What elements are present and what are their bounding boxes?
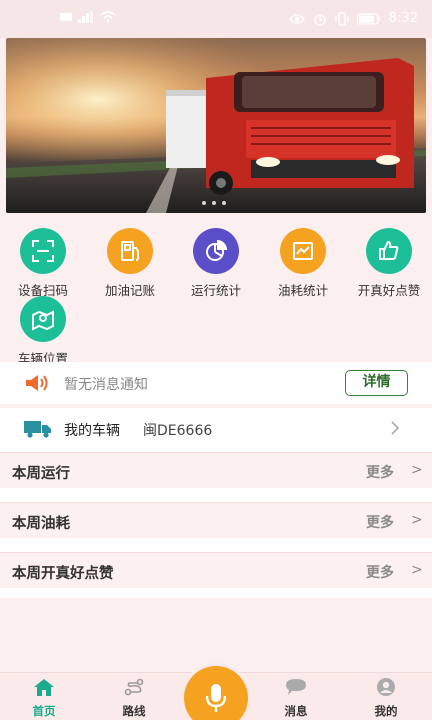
scan-icon bbox=[20, 228, 66, 274]
tab-label: 首页 bbox=[32, 704, 56, 718]
quick-action-label: 油耗统计 bbox=[277, 283, 328, 298]
route-icon bbox=[124, 678, 144, 696]
section-title: 本周运行 bbox=[12, 466, 70, 482]
speaker-icon bbox=[26, 375, 48, 391]
banner-truck-image bbox=[6, 38, 426, 213]
quick-action-run-stats[interactable]: 运行统计 bbox=[177, 222, 255, 299]
banner-carousel[interactable] bbox=[6, 38, 426, 213]
eye-icon bbox=[288, 13, 305, 24]
divider bbox=[0, 488, 432, 502]
more-arrow-icon[interactable]: > bbox=[411, 512, 423, 528]
map-location-icon bbox=[20, 296, 66, 342]
message-icon bbox=[286, 679, 306, 695]
truck-icon bbox=[24, 421, 51, 438]
carousel-dot[interactable] bbox=[202, 201, 206, 205]
section-weekly-run: 本周运行 更多 > bbox=[0, 452, 432, 488]
fuel-pump-icon bbox=[107, 228, 153, 274]
tab-label: 我的 bbox=[374, 704, 398, 718]
quick-action-location[interactable]: 车辆位置 bbox=[4, 290, 82, 367]
quick-action-scan[interactable]: 设备扫码 bbox=[4, 222, 82, 299]
home-icon bbox=[34, 679, 54, 696]
carousel-dot[interactable] bbox=[222, 201, 226, 205]
notice-text: 暂无消息通知 bbox=[64, 377, 148, 393]
tab-profile[interactable]: 我的 bbox=[356, 677, 416, 719]
detail-button[interactable]: 详情 bbox=[345, 370, 408, 396]
tab-label: 消息 bbox=[284, 704, 308, 718]
alarm-icon bbox=[314, 13, 326, 26]
status-time: 8:32 bbox=[388, 11, 418, 26]
section-title: 本周油耗 bbox=[12, 516, 70, 532]
divider bbox=[0, 538, 432, 552]
tab-route[interactable]: 路线 bbox=[104, 677, 164, 719]
more-arrow-icon[interactable]: > bbox=[411, 462, 423, 478]
thumbs-up-icon bbox=[366, 228, 412, 274]
tab-home[interactable]: 首页 bbox=[14, 677, 74, 719]
battery-icon bbox=[356, 12, 380, 25]
quick-action-fuel-stats[interactable]: 油耗统计 bbox=[264, 222, 342, 299]
status-left-icons bbox=[60, 11, 116, 23]
more-arrow-icon[interactable]: > bbox=[411, 562, 423, 578]
quick-action-label: 运行统计 bbox=[190, 283, 241, 298]
quick-action-label: 加油记账 bbox=[104, 283, 155, 298]
pie-chart-icon bbox=[193, 228, 239, 274]
user-icon bbox=[377, 678, 395, 696]
wifi-icon bbox=[100, 11, 116, 23]
section-weekly-fuel: 本周油耗 更多 > bbox=[0, 502, 432, 538]
carousel-dots bbox=[202, 201, 226, 205]
section-title: 本周开真好点赞 bbox=[12, 566, 114, 582]
line-chart-icon bbox=[280, 228, 326, 274]
chevron-right-icon bbox=[391, 421, 400, 435]
microphone-icon bbox=[184, 666, 248, 720]
more-link[interactable]: 更多 bbox=[366, 462, 394, 482]
quick-action-like[interactable]: 开真好点赞 bbox=[350, 222, 428, 299]
vibrate-icon bbox=[335, 11, 349, 26]
tab-label: 路线 bbox=[122, 704, 146, 718]
more-link[interactable]: 更多 bbox=[366, 512, 394, 532]
status-right-icons: 8:32 bbox=[288, 11, 418, 26]
signal-icon bbox=[78, 11, 93, 23]
sim-icon bbox=[60, 13, 72, 21]
section-weekly-likes: 本周开真好点赞 更多 > bbox=[0, 552, 432, 588]
voice-button[interactable] bbox=[184, 666, 248, 720]
quick-actions-grid: 设备扫码 加油记账 运行统计 油耗统计 开真好点赞 车辆位置 bbox=[0, 222, 432, 366]
tab-messages[interactable]: 消息 bbox=[266, 677, 326, 719]
quick-action-fuel-log[interactable]: 加油记账 bbox=[91, 222, 169, 299]
my-vehicle-label: 我的车辆 bbox=[64, 423, 120, 439]
license-plate: 闽DE6666 bbox=[143, 423, 213, 439]
my-vehicle-row[interactable]: 我的车辆 闽DE6666 bbox=[0, 408, 432, 450]
divider bbox=[0, 588, 432, 598]
notice-bar: 暂无消息通知 详情 bbox=[0, 362, 432, 404]
carousel-dot[interactable] bbox=[212, 201, 216, 205]
more-link[interactable]: 更多 bbox=[366, 562, 394, 582]
status-bar: 8:32 bbox=[0, 0, 432, 38]
quick-action-label: 开真好点赞 bbox=[357, 283, 421, 298]
